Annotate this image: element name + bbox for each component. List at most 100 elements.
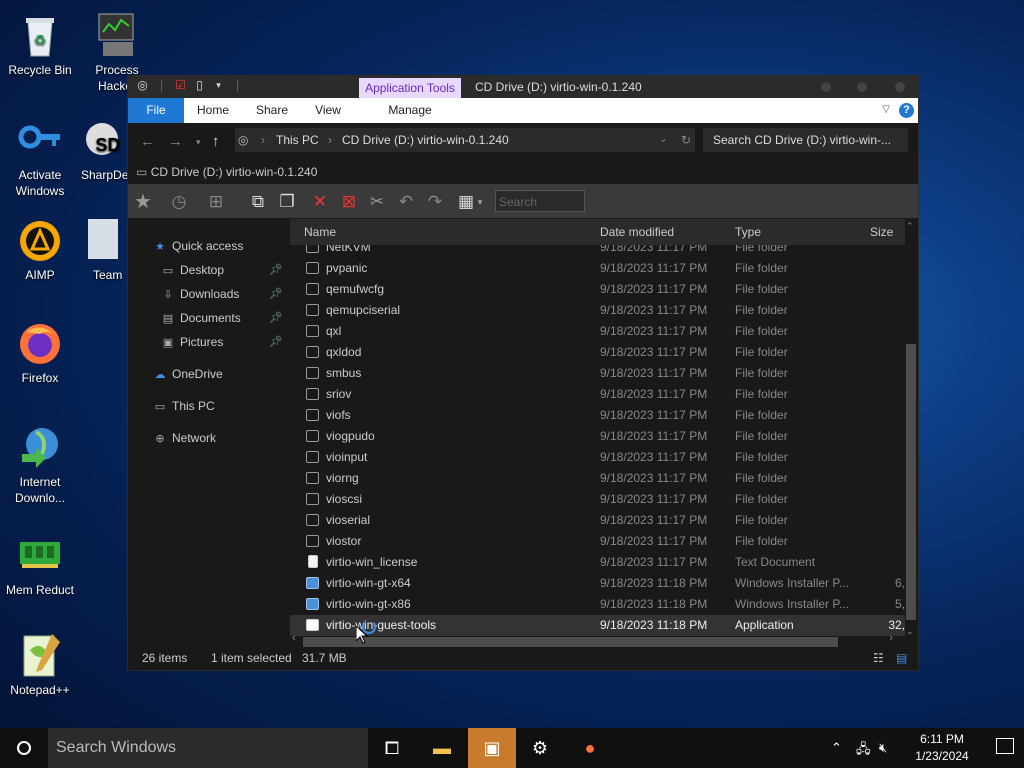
nav-downloads[interactable]: ⇩ Downloads — [160, 284, 239, 304]
taskbar-active-app[interactable]: ▣ — [468, 728, 516, 768]
desktop-icon-firefox[interactable]: Firefox — [0, 320, 80, 386]
title-bar[interactable]: ◎ | ☑ ▯ ▾ | Application Tools CD Drive (… — [128, 76, 918, 98]
file-row[interactable]: virtio-win-gt-x86 9/18/2023 11:18 PM Windo… — [290, 594, 905, 615]
column-size[interactable]: Size — [870, 219, 893, 245]
file-row[interactable]: viorng 9/18/2023 11:17 PM File folder — [290, 468, 905, 489]
view-options-icon[interactable]: ▦ — [455, 191, 477, 213]
file-row[interactable]: NetKVM 9/18/2023 11:17 PM File folder — [290, 245, 905, 258]
address-dropdown-icon[interactable]: ⌄ — [659, 128, 667, 152]
file-row[interactable]: qxl 9/18/2023 11:17 PM File folder — [290, 321, 905, 342]
recent-locations-icon[interactable]: ▾ — [196, 137, 201, 148]
column-type[interactable]: Type — [735, 219, 761, 245]
chevron-down-icon[interactable]: ▾ — [475, 191, 485, 213]
file-row[interactable]: qemufwcfg 9/18/2023 11:17 PM File folder — [290, 279, 905, 300]
notification-center-icon[interactable] — [996, 738, 1014, 754]
tab-home[interactable]: Home — [188, 98, 238, 123]
file-row[interactable]: pvpanic 9/18/2023 11:17 PM File folder — [290, 258, 905, 279]
scroll-down-icon[interactable]: ⌄ — [906, 626, 914, 637]
desktop-icon-sharpdevelop[interactable]: SD SharpDe... 4.4 — [77, 117, 127, 183]
file-row[interactable]: qxldod 9/18/2023 11:17 PM File folder — [290, 342, 905, 363]
horizontal-scrollbar-thumb[interactable] — [303, 637, 838, 647]
file-row[interactable]: virtio-win-guest-tools 9/18/2023 11:18 PM… — [290, 615, 905, 636]
scroll-left-icon[interactable]: ‹ — [292, 632, 296, 644]
details-view-icon[interactable]: ☷ — [873, 648, 884, 668]
clock-icon[interactable]: ◷ — [168, 191, 190, 213]
taskbar-firefox[interactable]: ● — [566, 728, 614, 768]
taskbar-search-input[interactable]: Search Windows — [48, 728, 368, 768]
taskbar-settings[interactable]: ⚙ — [516, 728, 564, 768]
forward-icon[interactable]: → — [168, 133, 183, 150]
toolbar-search-input[interactable]: Search — [495, 190, 585, 212]
redo-icon[interactable]: ↷ — [424, 191, 446, 213]
undo-icon[interactable]: ↶ — [395, 191, 417, 213]
desktop-icon-teamviewer[interactable]: Team — [77, 217, 127, 283]
scroll-right-icon[interactable]: › — [889, 632, 893, 644]
vertical-scrollbar-thumb[interactable] — [906, 344, 916, 620]
task-view-button[interactable]: ⧠ — [368, 728, 416, 768]
windows-icon[interactable]: ⊞ — [205, 191, 227, 213]
move-to-icon[interactable]: ❐ — [276, 191, 298, 213]
new-folder-icon[interactable]: ▯ — [193, 79, 206, 92]
desktop-icon-activate-windows[interactable]: Activate Windows — [0, 117, 80, 199]
taskbar-file-explorer[interactable]: ▬ — [418, 728, 466, 768]
file-row[interactable]: vioserial 9/18/2023 11:17 PM File folder — [290, 510, 905, 531]
refresh-icon[interactable]: ↻ — [681, 128, 691, 152]
address-bar[interactable]: ◎ › This PC › CD Drive (D:) virtio-win-0… — [235, 128, 695, 152]
desktop-icon-notepad-plus[interactable]: Notepad++ — [0, 632, 80, 698]
start-button[interactable] — [0, 728, 48, 768]
file-row[interactable]: viogpudo 9/18/2023 11:17 PM File folder — [290, 426, 905, 447]
file-row[interactable]: virtio-win_license 9/18/2023 11:17 PM Text… — [290, 552, 905, 573]
close-button[interactable] — [895, 82, 905, 92]
nav-network[interactable]: ⊕ Network — [152, 428, 216, 448]
ribbon-expand-icon[interactable]: ▽ — [882, 104, 890, 115]
file-row[interactable]: vioscsi 9/18/2023 11:17 PM File folder — [290, 489, 905, 510]
file-row[interactable]: smbus 9/18/2023 11:17 PM File folder — [290, 363, 905, 384]
favorite-star-icon[interactable]: ★ — [132, 191, 154, 213]
search-input[interactable]: Search CD Drive (D:) virtio-win-... — [703, 128, 908, 152]
chevron-down-icon[interactable]: ▾ — [212, 79, 225, 92]
up-icon[interactable]: ↑ — [212, 133, 220, 150]
maximize-button[interactable] — [857, 82, 867, 92]
file-row[interactable]: sriov 9/18/2023 11:17 PM File folder — [290, 384, 905, 405]
desktop-icon-mem-reduct[interactable]: Mem Reduct — [0, 532, 80, 598]
file-row[interactable]: viofs 9/18/2023 11:17 PM File folder — [290, 405, 905, 426]
help-icon[interactable]: ? — [899, 103, 914, 118]
file-row[interactable]: qemupciserial 9/18/2023 11:17 PM File fold… — [290, 300, 905, 321]
column-date-modified[interactable]: Date modified — [600, 219, 674, 245]
delete-file-icon[interactable]: ⊠ — [338, 191, 360, 213]
record-icon[interactable]: ◎ — [136, 79, 149, 92]
delete-icon[interactable]: ✕ — [309, 191, 331, 213]
properties-icon[interactable]: ☑ — [174, 79, 187, 92]
nav-onedrive[interactable]: ☁ OneDrive — [152, 364, 223, 384]
file-list[interactable]: Name ⌃ Date modified Type Size NetKVM 9/1… — [290, 219, 905, 649]
breadcrumb-this-pc[interactable]: This PC — [276, 128, 319, 152]
file-row[interactable]: virtio-win-gt-x64 9/18/2023 11:18 PM Windo… — [290, 573, 905, 594]
clock[interactable]: 6:11 PM 1/23/2024 — [902, 731, 982, 765]
application-tools-tab[interactable]: Application Tools — [359, 78, 461, 98]
volume-muted-icon[interactable]: 🔇︎ — [879, 740, 887, 756]
nav-documents[interactable]: ▤ Documents — [160, 308, 241, 328]
back-icon[interactable]: ← — [140, 133, 155, 150]
tab-view[interactable]: View — [304, 98, 352, 123]
minimize-button[interactable] — [821, 82, 831, 92]
show-hidden-icons-icon[interactable]: ⌃ — [831, 740, 842, 756]
tab-manage[interactable]: Manage — [359, 98, 461, 123]
nav-quick-access[interactable]: ★ Quick access — [152, 236, 243, 256]
column-name[interactable]: Name — [304, 219, 336, 245]
nav-this-pc[interactable]: ▭ This PC — [152, 396, 215, 416]
desktop-icon-recycle-bin[interactable]: ♻ Recycle Bin — [0, 12, 80, 78]
cut-icon[interactable]: ✂ — [366, 191, 388, 213]
nav-pictures[interactable]: ▣ Pictures — [160, 332, 224, 352]
nav-desktop[interactable]: ▭ Desktop — [160, 260, 224, 280]
file-row[interactable]: vioinput 9/18/2023 11:17 PM File folder — [290, 447, 905, 468]
copy-to-icon[interactable]: ⧉ — [247, 191, 269, 213]
breadcrumb-drive[interactable]: CD Drive (D:) virtio-win-0.1.240 — [342, 128, 509, 152]
tab-share[interactable]: Share — [248, 98, 296, 123]
explorer-window[interactable]: ◎ | ☑ ▯ ▾ | Application Tools CD Drive (… — [127, 75, 919, 671]
desktop-icon-aimp[interactable]: AIMP — [0, 217, 80, 283]
network-icon[interactable]: 🖧︎ — [856, 740, 871, 762]
large-icons-view-icon[interactable]: ▤ — [896, 648, 907, 668]
scroll-up-icon[interactable]: ⌃ — [906, 221, 914, 232]
desktop-icon-idm[interactable]: Internet Downlo... — [0, 424, 80, 506]
tab-file[interactable]: File — [128, 98, 184, 123]
